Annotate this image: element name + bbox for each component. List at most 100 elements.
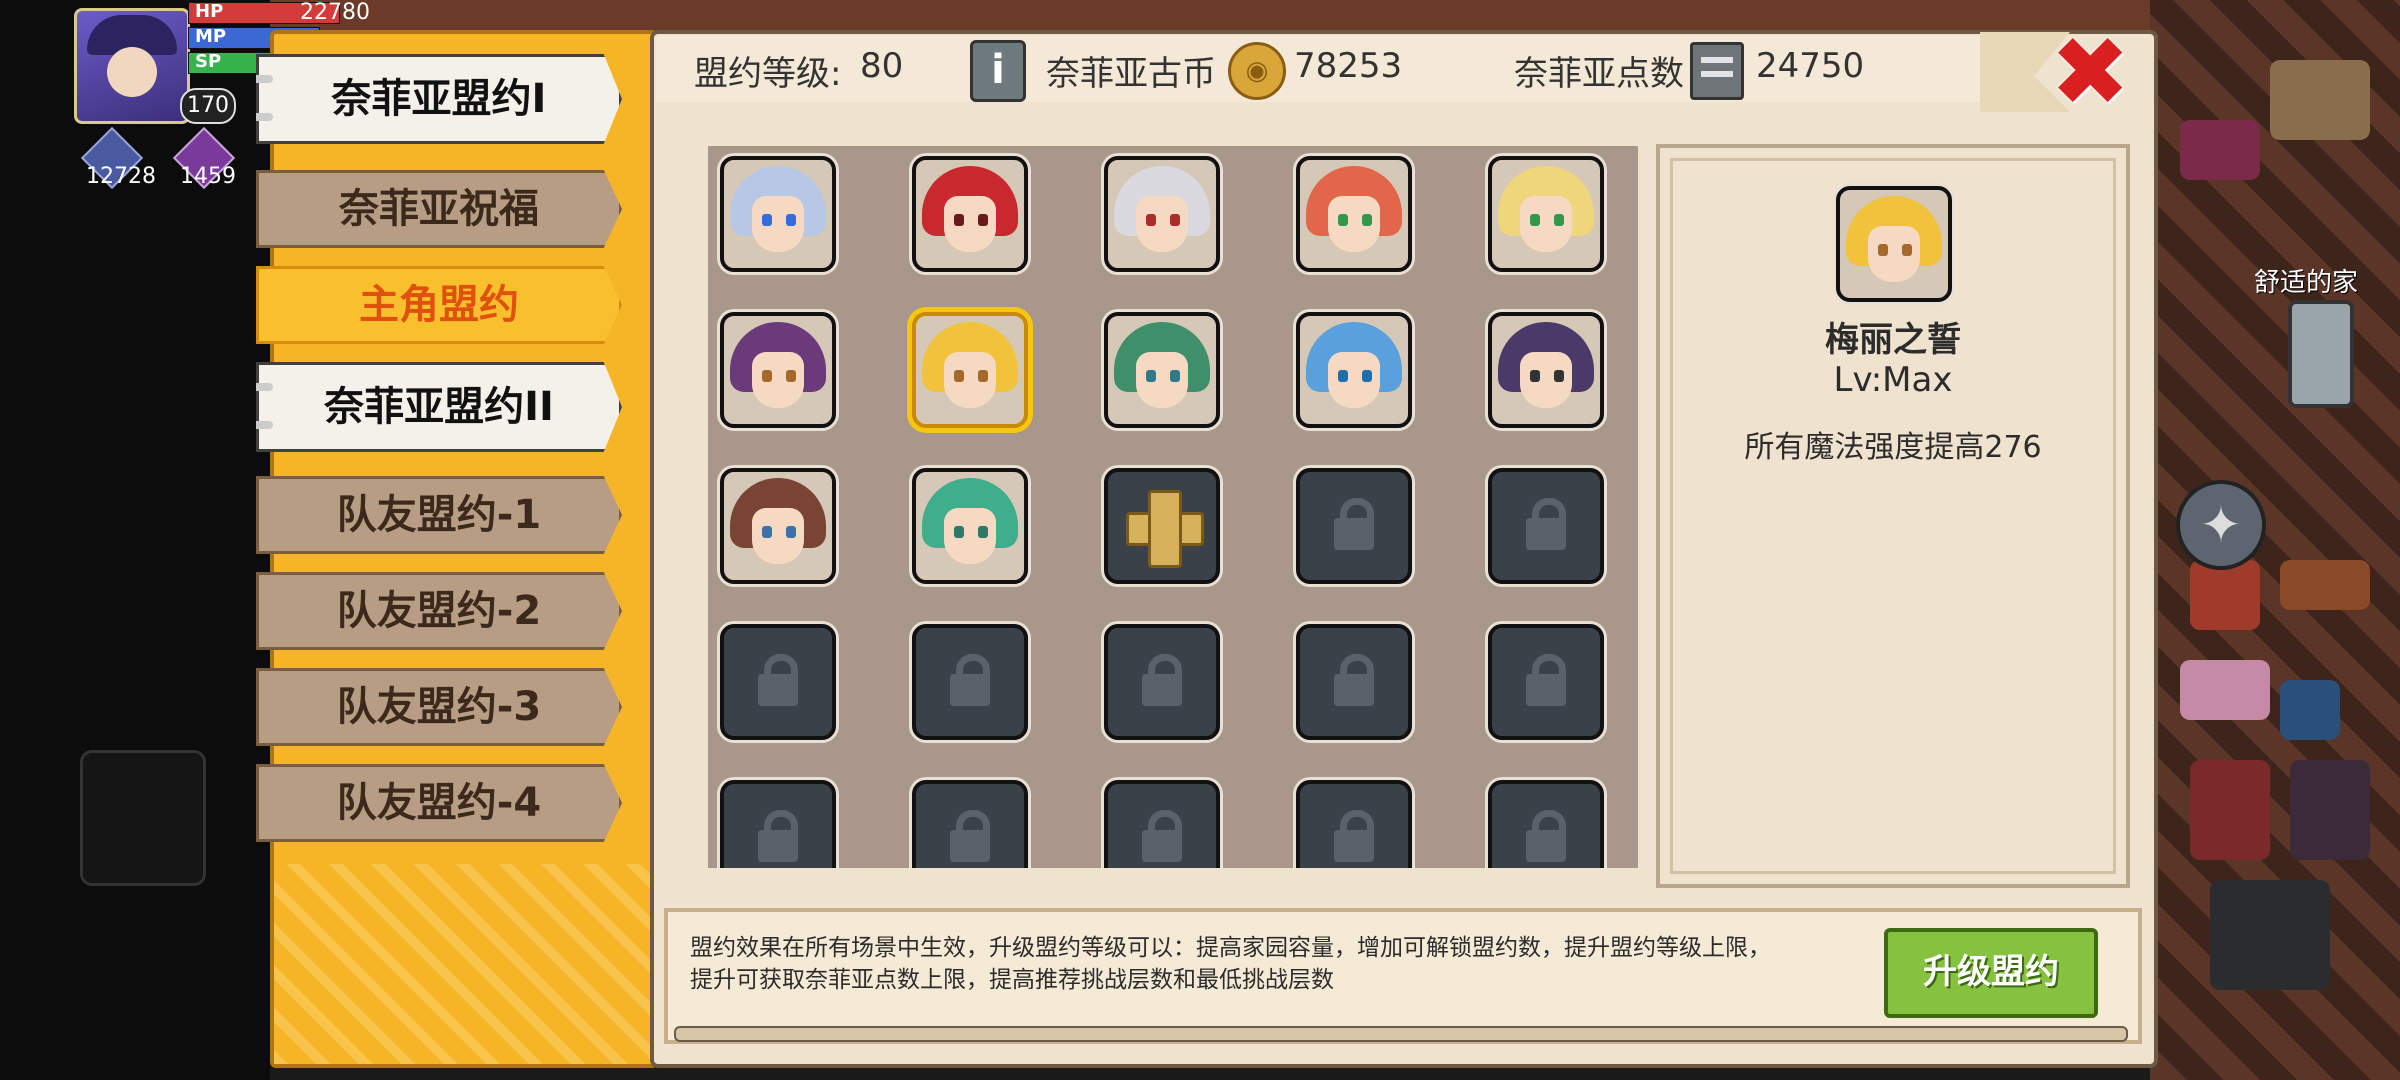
- tab-pact-1[interactable]: 奈菲亚盟约I: [256, 54, 622, 144]
- portrait-eye: [954, 370, 964, 382]
- description-line-2: 提升可获取奈菲亚点数上限，提高推荐挑战层数和最低挑战层数: [690, 967, 1334, 993]
- add-slot-button[interactable]: [1104, 468, 1220, 584]
- tab-team-pact-3[interactable]: 队友盟约-3: [256, 668, 622, 746]
- tab-pact-2[interactable]: 奈菲亚盟约II: [256, 362, 622, 452]
- pact-slot-portrait[interactable]: [1104, 156, 1220, 272]
- lock-icon: [1334, 830, 1374, 862]
- portrait-eye: [978, 370, 988, 382]
- portrait-eye: [1146, 370, 1156, 382]
- portrait-face: [1136, 196, 1188, 252]
- lock-icon: [1334, 674, 1374, 706]
- pact-slot-portrait[interactable]: [1296, 312, 1412, 428]
- pact-slot-portrait[interactable]: [720, 468, 836, 584]
- lock-icon: [758, 830, 798, 862]
- locked-slot: [1488, 468, 1604, 584]
- points-card-icon: [1690, 42, 1744, 100]
- mp-label: MP: [195, 26, 227, 47]
- tab-team-pact-4-label: 队友盟约-4: [336, 780, 542, 826]
- lock-icon: [950, 830, 990, 862]
- tab-team-pact-2[interactable]: 队友盟约-2: [256, 572, 622, 650]
- tab-hero-pact-label: 主角盟约: [359, 282, 519, 328]
- portrait-eye: [1338, 214, 1348, 226]
- tab-team-pact-2-label: 队友盟约-2: [336, 588, 542, 634]
- locked-slot: [1104, 780, 1220, 868]
- phone-icon[interactable]: [2288, 300, 2354, 408]
- portrait-eye: [786, 214, 796, 226]
- portrait-face: [752, 352, 804, 408]
- locked-slot: [1488, 780, 1604, 868]
- portrait-eye: [1554, 214, 1564, 226]
- locked-slot: [1296, 780, 1412, 868]
- tab-hero-pact[interactable]: 主角盟约: [256, 266, 622, 344]
- portrait-eye: [954, 214, 964, 226]
- portrait-face: [752, 196, 804, 252]
- detail-name: 梅丽之誓: [1825, 320, 1961, 360]
- close-button[interactable]: ✖: [2050, 24, 2130, 120]
- upgrade-pact-button[interactable]: 升级盟约: [1884, 928, 2098, 1018]
- tab-pact-1-label: 奈菲亚盟约I: [331, 76, 547, 122]
- coin-icon: ◉: [1228, 42, 1286, 100]
- currency-1-value: 12728: [86, 164, 156, 189]
- currency-2-value: 1459: [180, 164, 236, 189]
- coin-value: 78253: [1294, 46, 1403, 86]
- description-line-1: 盟约效果在所有场景中生效，升级盟约等级可以：提高家园容量，增加可解锁盟约数，提升…: [690, 935, 1771, 961]
- info-button[interactable]: i: [970, 40, 1026, 102]
- lock-icon: [1526, 674, 1566, 706]
- portrait-face: [1328, 352, 1380, 408]
- tab-team-pact-1[interactable]: 队友盟约-1: [256, 476, 622, 554]
- locked-slot: [1488, 624, 1604, 740]
- lock-icon: [1142, 674, 1182, 706]
- portrait-eye: [1170, 370, 1180, 382]
- tab-blessing-label: 奈菲亚祝福: [339, 186, 539, 232]
- locked-slot: [912, 780, 1028, 868]
- portrait-eye: [786, 370, 796, 382]
- detail-level: Lv:Max: [1833, 360, 1953, 400]
- detail-portrait: [1836, 186, 1952, 302]
- points-label: 奈菲亚点数: [1514, 54, 1684, 94]
- player-avatar[interactable]: [74, 8, 190, 124]
- portrait-face: [944, 352, 996, 408]
- locked-slot: [912, 624, 1028, 740]
- tab-team-pact-4[interactable]: 队友盟约-4: [256, 764, 622, 842]
- pact-slot-portrait[interactable]: [912, 468, 1028, 584]
- portrait-eye: [1170, 214, 1180, 226]
- points-value: 24750: [1756, 46, 1865, 86]
- pact-slot-portrait[interactable]: [1296, 156, 1412, 272]
- pact-level-label: 盟约等级:: [694, 54, 842, 94]
- pact-level-value: 80: [860, 46, 904, 86]
- portrait-face: [1520, 196, 1572, 252]
- portrait-eye: [762, 526, 772, 538]
- portrait-eye: [762, 214, 772, 226]
- portrait-eye: [1530, 214, 1540, 226]
- portrait-eye: [786, 526, 796, 538]
- portrait-eye: [1530, 370, 1540, 382]
- locked-slot: [720, 624, 836, 740]
- pact-slot-portrait[interactable]: [720, 312, 836, 428]
- portrait-eye: [954, 526, 964, 538]
- pact-slot-portrait[interactable]: [1488, 156, 1604, 272]
- portrait-eye: [1146, 214, 1156, 226]
- locked-slot: [1296, 468, 1412, 584]
- portrait-face: [1520, 352, 1572, 408]
- lock-icon: [1142, 830, 1182, 862]
- lock-icon: [758, 674, 798, 706]
- pact-slot-portrait[interactable]: [1104, 312, 1220, 428]
- plus-icon: [1148, 490, 1182, 568]
- settings-gear-icon[interactable]: ✦: [2176, 480, 2266, 570]
- portrait-face: [1136, 352, 1188, 408]
- hp-value: 22780: [300, 0, 370, 25]
- portrait-face: [752, 508, 804, 564]
- tab-blessing[interactable]: 奈菲亚祝福: [256, 170, 622, 248]
- lock-icon: [950, 674, 990, 706]
- player-level-badge: 170: [180, 88, 236, 124]
- portrait-eye: [762, 370, 772, 382]
- locked-slot: [1104, 624, 1220, 740]
- pact-slot-portrait[interactable]: [912, 156, 1028, 272]
- pact-slot-portrait[interactable]: [1488, 312, 1604, 428]
- dpad[interactable]: [80, 640, 280, 980]
- tab-team-pact-1-label: 队友盟约-1: [336, 492, 542, 538]
- locked-slot: [720, 780, 836, 868]
- pact-slot-portrait-selected[interactable]: [912, 312, 1028, 428]
- hp-label: HP: [195, 1, 224, 22]
- pact-slot-portrait[interactable]: [720, 156, 836, 272]
